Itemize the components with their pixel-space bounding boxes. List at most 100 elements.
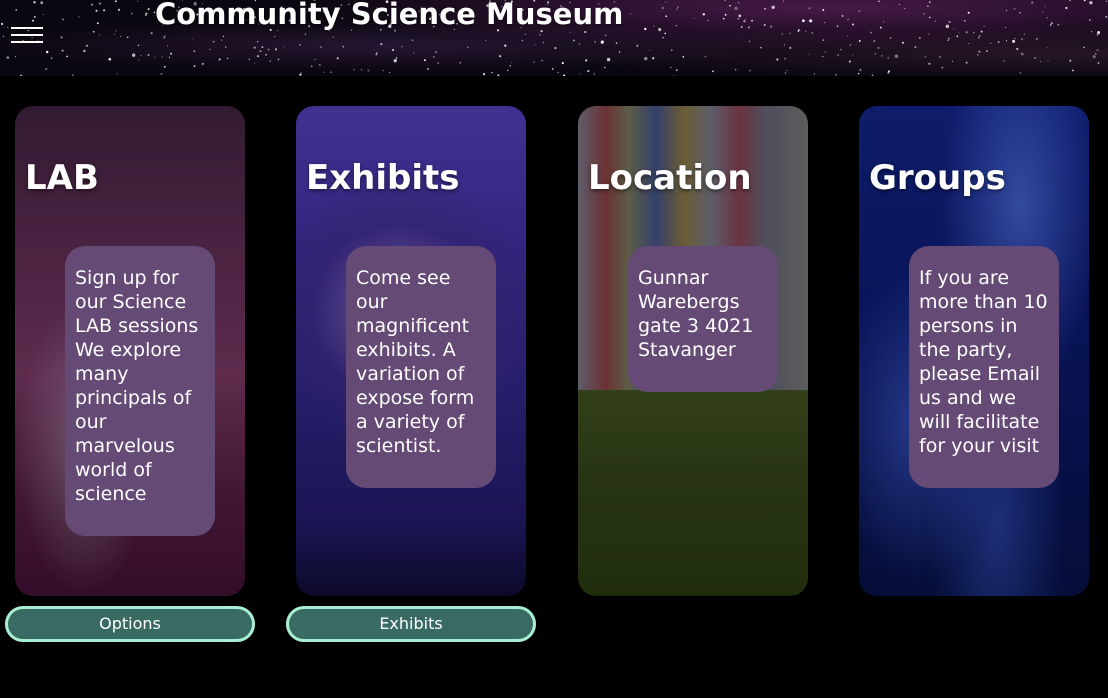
star xyxy=(218,58,221,61)
star xyxy=(144,14,147,17)
star xyxy=(927,5,929,7)
star xyxy=(802,19,805,23)
star xyxy=(1083,0,1086,2)
star xyxy=(764,8,766,10)
star xyxy=(789,46,792,49)
star xyxy=(918,36,921,40)
star xyxy=(137,44,140,47)
hamburger-icon[interactable] xyxy=(11,27,43,45)
star xyxy=(61,49,64,52)
star xyxy=(393,59,397,63)
star xyxy=(770,25,773,28)
card-lab: LAB Sign up for our Science LAB sessions… xyxy=(15,106,245,596)
star xyxy=(360,68,363,71)
star xyxy=(2,35,5,38)
star xyxy=(32,19,34,22)
star xyxy=(1019,11,1021,14)
star xyxy=(990,42,992,44)
star xyxy=(587,70,590,73)
star xyxy=(781,33,783,35)
star xyxy=(401,45,403,48)
star xyxy=(956,35,959,38)
star xyxy=(643,56,648,61)
star xyxy=(734,6,738,10)
options-button[interactable]: Options xyxy=(5,606,255,642)
star xyxy=(554,47,557,50)
star xyxy=(538,33,541,36)
star xyxy=(594,40,596,43)
star xyxy=(797,30,799,33)
star xyxy=(126,36,129,38)
star xyxy=(257,41,259,43)
star xyxy=(426,67,430,70)
star xyxy=(887,72,890,74)
card-title: Location xyxy=(588,158,752,198)
star xyxy=(1003,60,1005,62)
star xyxy=(808,7,811,10)
star xyxy=(62,18,64,21)
star xyxy=(1071,69,1074,72)
star xyxy=(274,48,278,51)
star xyxy=(735,69,737,71)
star xyxy=(521,40,523,42)
star xyxy=(40,1,44,5)
card-location: Location Gunnar Warebergs gate 3 4021 St… xyxy=(578,106,808,596)
star xyxy=(724,0,726,2)
star xyxy=(748,40,751,42)
star xyxy=(140,54,142,56)
star xyxy=(51,57,53,59)
star xyxy=(870,31,873,34)
star xyxy=(42,14,44,16)
star xyxy=(822,9,825,11)
star xyxy=(108,57,112,61)
star xyxy=(534,44,536,46)
star xyxy=(658,28,662,32)
star xyxy=(929,16,931,19)
star xyxy=(1016,47,1019,51)
card-title: LAB xyxy=(25,158,99,198)
star xyxy=(388,71,391,74)
star xyxy=(889,37,892,39)
star xyxy=(883,21,885,23)
star xyxy=(1097,62,1100,64)
star xyxy=(411,39,414,41)
star xyxy=(928,33,930,35)
star xyxy=(193,65,196,67)
star xyxy=(677,6,679,8)
star xyxy=(808,53,810,55)
star xyxy=(115,30,117,32)
star xyxy=(1105,0,1108,2)
star xyxy=(737,17,740,20)
star xyxy=(1023,33,1026,35)
star xyxy=(1014,37,1016,40)
star xyxy=(1069,59,1072,62)
star xyxy=(894,54,899,58)
star xyxy=(1083,46,1085,48)
star xyxy=(852,23,854,26)
star xyxy=(170,52,173,55)
star xyxy=(459,62,462,64)
card-description: Sign up for our Science LAB sessions We … xyxy=(65,246,215,536)
star xyxy=(857,72,860,75)
hamburger-line xyxy=(11,27,43,29)
star xyxy=(572,39,575,42)
star xyxy=(267,48,270,51)
star xyxy=(193,50,196,53)
star xyxy=(323,71,325,73)
exhibits-button[interactable]: Exhibits xyxy=(286,606,536,642)
star xyxy=(557,72,559,74)
star xyxy=(724,13,727,16)
star xyxy=(676,8,678,10)
hamburger-line xyxy=(11,41,43,43)
star xyxy=(835,73,837,76)
star xyxy=(1044,6,1046,8)
star xyxy=(320,46,322,48)
star xyxy=(261,46,264,49)
star xyxy=(928,1,931,4)
star xyxy=(977,36,980,39)
star xyxy=(507,69,509,72)
star xyxy=(871,74,874,76)
star xyxy=(423,59,426,62)
star xyxy=(382,69,384,71)
star xyxy=(776,58,779,61)
